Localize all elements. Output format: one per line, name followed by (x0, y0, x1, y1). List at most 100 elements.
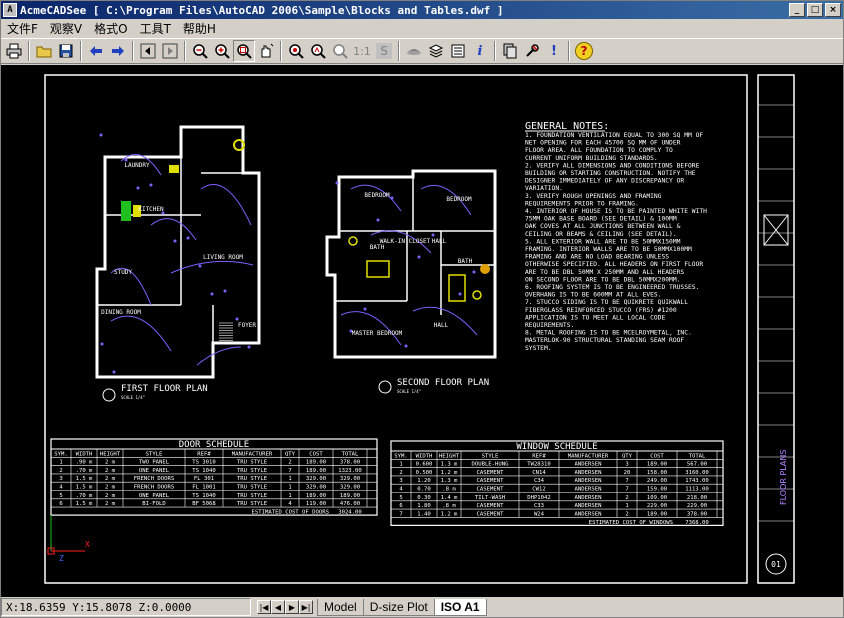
table-cell: TW28310 (527, 462, 551, 468)
app-icon: A (3, 3, 17, 17)
plan-bubble (378, 380, 392, 394)
outlet-marker (223, 289, 227, 293)
table-cell: CW12 (532, 487, 545, 493)
table-cell: .8 m (442, 503, 456, 509)
zoom-in-icon[interactable] (211, 40, 233, 62)
menu-file[interactable]: 文件F (1, 20, 44, 37)
note-line: 4. INTERIOR OF HOUSE IS TO BE PAINTED WH… (525, 208, 707, 215)
actual-size-icon[interactable]: 1:1 (351, 40, 373, 62)
table-header-cell: HEIGHT (439, 453, 460, 459)
table-cell: 2 (625, 495, 628, 501)
coordinates-readout: X:18.6359 Y:15.8078 Z:0.0000 (1, 598, 251, 616)
room-label: STUDY (114, 269, 132, 276)
outlet-marker (417, 255, 421, 259)
save-icon[interactable] (55, 40, 77, 62)
table-cell: 1.4 m (441, 495, 458, 501)
table-cell: 329.00 (340, 476, 360, 482)
menu-format[interactable]: 格式O (88, 20, 133, 37)
note-line: BUILDING OR STARTING CONSTRUCTION. NOTIF… (525, 170, 696, 177)
last-page-icon[interactable] (159, 40, 181, 62)
tab-model[interactable]: Model (317, 598, 364, 616)
table-cell: ONE PANEL (139, 468, 170, 474)
back-arrow-icon[interactable] (85, 40, 107, 62)
zoom-extents-icon[interactable] (285, 40, 307, 62)
copy-icon[interactable] (499, 40, 521, 62)
table-cell: CN14 (532, 470, 546, 476)
first-tab-button[interactable]: |◀ (257, 600, 271, 614)
table-cell: 1.40 (417, 511, 430, 517)
note-line: SYSTEM. (525, 345, 552, 352)
drawing-canvas[interactable]: LAUNDRY KITCHEN LIVING ROOM STUDY DINING ROO… (1, 65, 843, 597)
table-cell: FL 301 (194, 476, 214, 482)
table-cell: 1.2 m (441, 470, 458, 476)
help-icon[interactable]: ? (575, 42, 593, 60)
zoom-out-icon[interactable] (189, 40, 211, 62)
forward-arrow-icon[interactable] (107, 40, 129, 62)
menu-tools[interactable]: 工具T (134, 20, 177, 37)
first-page-icon[interactable] (137, 40, 159, 62)
menu-view[interactable]: 观察V (44, 20, 88, 37)
table-header-cell: COST (650, 453, 664, 459)
printer-icon[interactable] (3, 40, 25, 62)
outlet-marker (149, 183, 153, 187)
note-line: 1. FOUNDATION VENTILATION EQUAL TO 300 S… (525, 132, 703, 139)
tab-d-size-plot[interactable]: D-size Plot (362, 598, 435, 616)
tools-icon[interactable] (521, 40, 543, 62)
help-glyph: ? (580, 44, 588, 58)
next-tab-button[interactable]: ▶ (285, 600, 299, 614)
table-cell: 6 (59, 501, 62, 507)
table-cell: 476.00 (340, 501, 360, 507)
open-folder-icon[interactable] (33, 40, 55, 62)
table-header-cell: HEIGHT (100, 451, 121, 457)
table-cell: 2 (399, 470, 402, 476)
bathtub-icon (448, 274, 466, 302)
table-cell: 1.2 m (441, 511, 458, 517)
zoom-previous-icon[interactable] (329, 40, 351, 62)
outlet-marker (136, 186, 140, 190)
table-cell: C34 (534, 478, 545, 484)
note-line: 6. ROOFING SYSTEM IS TO BE ENGINEERED TR… (525, 284, 699, 291)
note-line: 5. ALL EXTERIOR WALL ARE TO BE 50MMX150M… (525, 238, 681, 245)
table-cell: 378.00 (687, 511, 707, 517)
note-line: OVERHANG IS TO BE 600MM AT ALL EVES. (525, 292, 661, 299)
table-cell: 1 (288, 485, 291, 491)
table-cell: 2 m (105, 485, 116, 491)
table-cell: BI-FOLD (142, 501, 166, 507)
info-icon[interactable]: i (469, 40, 491, 62)
zoom-window-icon[interactable] (233, 40, 255, 62)
table-cell: TRU STYLE (237, 493, 268, 499)
zoom-realtime-icon[interactable] (307, 40, 329, 62)
wiring-line (340, 311, 402, 346)
table-cell: TWO PANEL (139, 460, 170, 466)
table-header-cell: WIDTH (76, 451, 93, 457)
table-cell: 329.00 (340, 485, 360, 491)
table-cell: .70 m (76, 493, 93, 499)
notes-title: GENERAL NOTES: (525, 121, 609, 132)
prev-tab-button[interactable]: ◀ (271, 600, 285, 614)
table-cell: C33 (534, 503, 544, 509)
table-cell: 1 (288, 493, 291, 499)
room-label: BATH (370, 244, 385, 251)
outlet-marker (404, 344, 408, 348)
table-cell: 567.00 (687, 462, 707, 468)
layer-stack-icon[interactable] (425, 40, 447, 62)
outlet-marker (472, 270, 476, 274)
minimize-button[interactable]: _ (789, 3, 805, 17)
tab-iso-a1[interactable]: ISO A1 (433, 598, 487, 616)
properties-icon[interactable] (447, 40, 469, 62)
last-tab-button[interactable]: ▶| (299, 600, 313, 614)
room-label: MASTER BEDROOM (352, 330, 403, 337)
pan-icon[interactable] (255, 40, 277, 62)
note-line: FIBERGLASS REINFORCED STUCCO (FRS) #1200 (525, 307, 677, 314)
plan-bubble (102, 388, 116, 402)
close-button[interactable]: × (825, 3, 841, 17)
table-cell: 2 m (105, 476, 116, 482)
maximize-button[interactable]: □ (807, 3, 823, 17)
table-cell: ONE PANEL (139, 493, 170, 499)
layers-icon[interactable] (403, 40, 425, 62)
s-icon[interactable]: S (376, 43, 392, 59)
exclamation-icon[interactable]: ! (543, 40, 565, 62)
room-label: KITCHEN (138, 206, 164, 213)
menu-help[interactable]: 帮助H (177, 20, 222, 37)
table-cell: 229.00 (687, 503, 707, 509)
